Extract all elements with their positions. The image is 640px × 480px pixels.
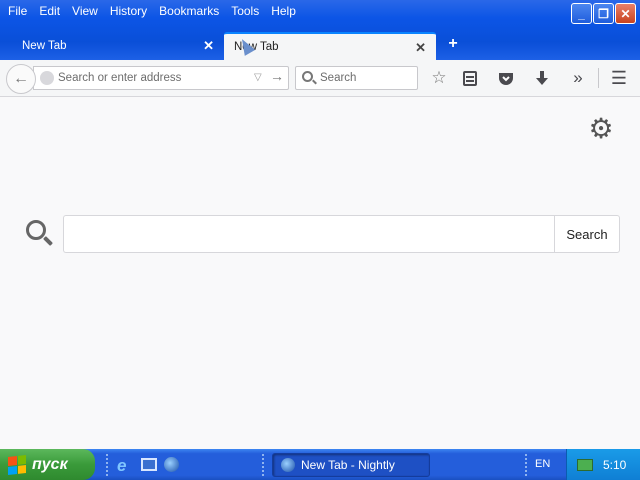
new-tab-button[interactable]: + (444, 35, 462, 53)
menu-edit[interactable]: Edit (33, 4, 66, 18)
hamburger-menu-button[interactable]: ☰ (607, 66, 631, 90)
menu-bar: File Edit View History Bookmarks Tools H… (0, 0, 560, 22)
menu-file[interactable]: File (2, 4, 33, 18)
chevron-double-right-icon: » (573, 68, 583, 87)
gear-icon: ⚙ (588, 112, 614, 144)
new-tab-page (0, 97, 640, 449)
close-icon: ✕ (620, 6, 631, 21)
network-icon[interactable] (577, 458, 593, 471)
internet-explorer-icon[interactable]: e (117, 456, 135, 475)
toolbar-search-input[interactable] (320, 69, 410, 87)
tab-new-tab-1[interactable]: New Tab ✕ (0, 32, 224, 60)
menu-view[interactable]: View (66, 4, 104, 18)
restore-button[interactable]: ❐ (593, 3, 614, 24)
menu-bookmarks[interactable]: Bookmarks (153, 4, 225, 18)
downloads-button[interactable] (530, 66, 554, 90)
close-window-button[interactable]: ✕ (615, 3, 636, 24)
nightly-browser-icon[interactable] (164, 457, 179, 472)
nightly-icon (281, 458, 295, 472)
menu-history[interactable]: History (104, 4, 153, 18)
taskbar-grip[interactable] (106, 454, 109, 476)
back-button[interactable]: ← (6, 64, 36, 94)
language-indicator[interactable]: EN (535, 458, 550, 470)
toolbar-separator (598, 68, 599, 88)
restore-icon: ❐ (598, 6, 609, 21)
customize-button[interactable]: ⚙ (586, 112, 616, 144)
search-icon (302, 71, 313, 82)
minimize-button[interactable]: _ (571, 3, 592, 24)
search-button[interactable]: Search (554, 215, 620, 253)
star-icon: ☆ (431, 68, 447, 87)
library-icon (463, 71, 477, 86)
system-tray: 5:10 (566, 449, 640, 480)
identity-icon[interactable] (40, 71, 54, 85)
url-dropdown-icon[interactable]: ▽ (254, 72, 262, 83)
show-desktop-icon[interactable] (141, 458, 157, 471)
plus-icon: + (448, 35, 458, 52)
back-arrow-icon: ← (13, 70, 29, 87)
download-icon (536, 71, 548, 85)
start-label: пуск (32, 455, 68, 473)
taskbar-window-label: New Tab - Nightly (301, 458, 395, 472)
start-button[interactable]: пуск (0, 449, 95, 480)
tab-close-icon[interactable]: ✕ (203, 38, 214, 54)
windows-logo-icon (8, 454, 26, 475)
taskbar-grip[interactable] (262, 454, 265, 476)
menu-help[interactable]: Help (265, 4, 302, 18)
pocket-icon (499, 73, 513, 85)
tab-new-tab-2[interactable]: New Tab ✕ (224, 32, 436, 60)
menu-tools[interactable]: Tools (225, 4, 265, 18)
tab-close-icon[interactable]: ✕ (415, 40, 426, 56)
main-search-input[interactable] (63, 215, 555, 253)
url-input[interactable] (58, 69, 248, 87)
taskbar-grip[interactable] (525, 454, 528, 476)
bookmark-star-button[interactable]: ☆ (427, 66, 451, 90)
hamburger-icon: ☰ (610, 67, 628, 88)
clock[interactable]: 5:10 (603, 458, 626, 472)
taskbar-window-button[interactable]: New Tab - Nightly (272, 453, 430, 477)
tab-label: New Tab (22, 40, 67, 52)
search-icon (26, 220, 46, 240)
library-button[interactable] (458, 66, 482, 90)
overflow-menu-button[interactable]: » (566, 66, 590, 90)
pocket-button[interactable] (494, 66, 518, 90)
go-arrow-icon[interactable]: → (270, 68, 284, 84)
minimize-icon: _ (578, 6, 585, 21)
